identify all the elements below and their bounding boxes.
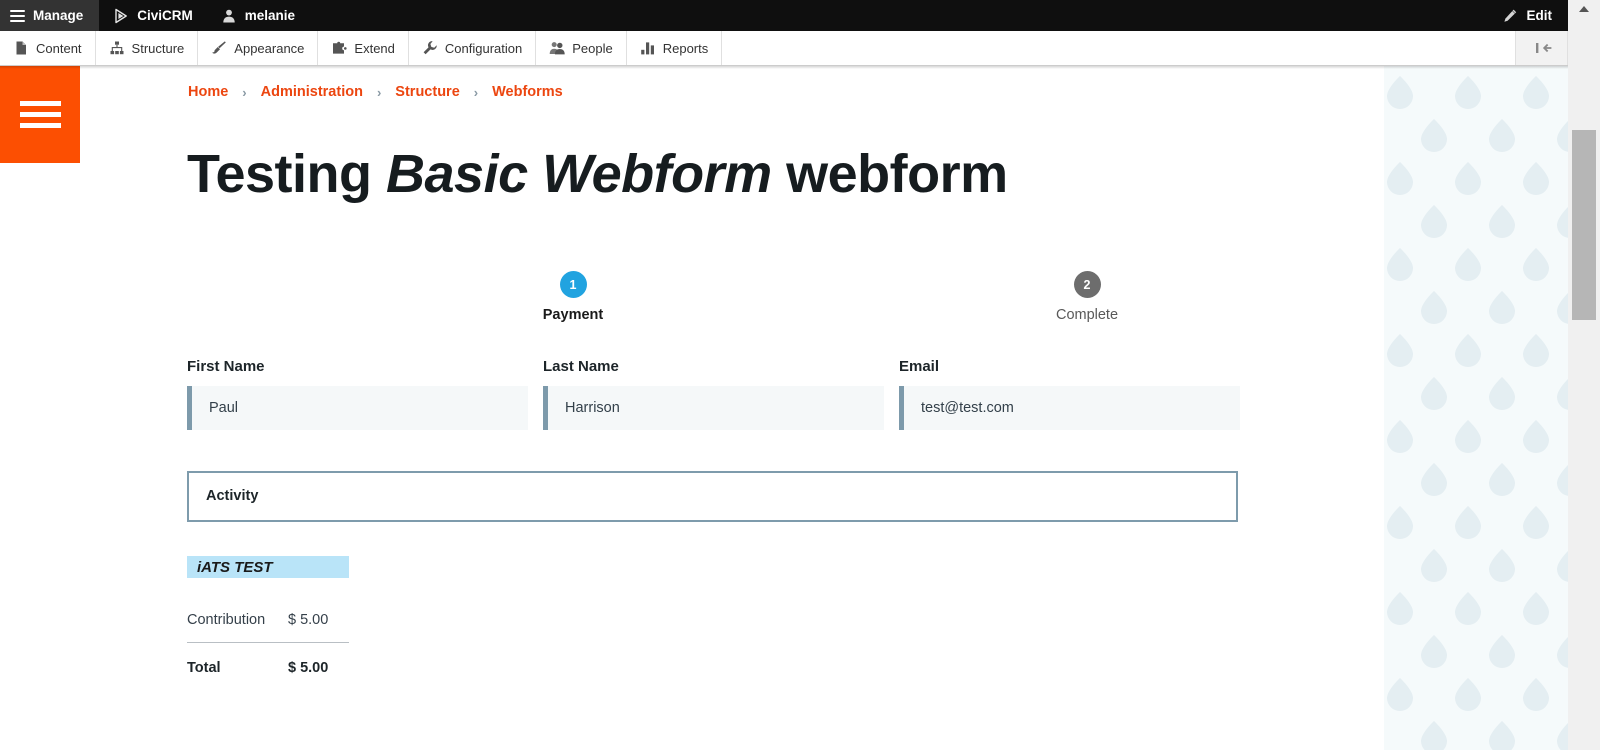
first-name-input[interactable] bbox=[187, 386, 528, 430]
droplet-pattern-background bbox=[1384, 66, 1568, 750]
toolbar-item-configuration[interactable]: Configuration bbox=[409, 31, 537, 65]
sidebar-toggle-button[interactable] bbox=[0, 66, 80, 163]
hamburger-icon bbox=[19, 101, 61, 128]
edit-button-label: Edit bbox=[1526, 8, 1553, 23]
breadcrumb-item-webforms[interactable]: Webforms bbox=[492, 84, 563, 100]
totals-table: Contribution $ 5.00 Total $ 5.00 bbox=[187, 606, 349, 682]
contribution-label: Contribution bbox=[187, 612, 266, 628]
toolbar-item-appearance[interactable]: Appearance bbox=[198, 31, 319, 65]
paintbrush-icon bbox=[211, 40, 227, 56]
breadcrumb-separator-icon: › bbox=[473, 84, 479, 100]
last-name-input[interactable] bbox=[543, 386, 884, 430]
toolbar-item-reports[interactable]: Reports bbox=[627, 31, 723, 65]
edit-button[interactable]: Edit bbox=[1488, 0, 1569, 31]
scrollbar-up-button[interactable] bbox=[1568, 0, 1600, 17]
breadcrumb-separator-icon: › bbox=[242, 84, 247, 100]
toolbar-item-people[interactable]: People bbox=[536, 31, 627, 65]
page-root: Manage CiviCRM melanie Edit Content Stru… bbox=[0, 0, 1600, 750]
admin-bar-manage-button[interactable]: Manage bbox=[0, 0, 100, 31]
contribution-value: $ 5.00 bbox=[288, 612, 329, 628]
toolbar-item-structure[interactable]: Structure bbox=[96, 31, 199, 65]
name-email-field-row: First Name Last Name Email bbox=[187, 358, 1262, 430]
total-value: $ 5.00 bbox=[288, 660, 329, 676]
main-content: Home › Administration › Structure › Webf… bbox=[80, 66, 1384, 750]
user-icon bbox=[221, 8, 237, 24]
admin-bar-user-button[interactable]: melanie bbox=[207, 0, 309, 31]
first-name-label: First Name bbox=[187, 358, 265, 375]
activity-fieldset: Activity bbox=[187, 471, 1238, 522]
toolbar-collapse-button[interactable] bbox=[1516, 31, 1568, 65]
page-title-suffix: webform bbox=[771, 144, 1008, 204]
toolbar-item-label: People bbox=[572, 40, 613, 56]
toolbar-item-label: Configuration bbox=[444, 40, 523, 56]
document-icon bbox=[13, 40, 29, 56]
toolbar-shadow bbox=[0, 66, 1568, 69]
email-input[interactable] bbox=[899, 386, 1240, 430]
toolbar-item-extend[interactable]: Extend bbox=[318, 31, 409, 65]
page-title-emphasis: Basic Webform bbox=[386, 144, 772, 204]
last-name-label: Last Name bbox=[543, 358, 619, 375]
hamburger-icon bbox=[10, 9, 25, 22]
breadcrumb: Home › Administration › Structure › Webf… bbox=[188, 84, 563, 100]
progress-step-complete[interactable]: 2 Complete bbox=[1007, 271, 1167, 323]
admin-bar-user-label: melanie bbox=[244, 8, 296, 23]
admin-bar-spacer bbox=[309, 0, 1487, 31]
toolbar-item-label: Content bbox=[36, 40, 82, 56]
civicrm-logo-icon bbox=[113, 8, 129, 24]
sitemap-icon bbox=[109, 40, 125, 56]
first-name-field-group: First Name bbox=[187, 358, 528, 430]
people-icon bbox=[549, 40, 565, 56]
admin-bar-manage-label: Manage bbox=[33, 8, 84, 23]
last-name-field-group: Last Name bbox=[543, 358, 884, 430]
breadcrumb-item-structure[interactable]: Structure bbox=[395, 84, 459, 100]
admin-bar-civicrm-button[interactable]: CiviCRM bbox=[99, 0, 207, 31]
progress-step-number: 1 bbox=[559, 271, 587, 298]
email-label: Email bbox=[899, 358, 940, 375]
pencil-icon bbox=[1502, 8, 1518, 24]
scrollbar-thumb[interactable] bbox=[1572, 130, 1596, 320]
breadcrumb-separator-icon: › bbox=[376, 84, 382, 100]
totals-row-total: Total $ 5.00 bbox=[187, 643, 349, 682]
breadcrumb-item-administration[interactable]: Administration bbox=[261, 84, 363, 100]
wrench-icon bbox=[422, 40, 438, 56]
vertical-scrollbar[interactable] bbox=[1568, 0, 1600, 750]
toolbar-spacer bbox=[722, 31, 1516, 65]
total-label: Total bbox=[187, 660, 221, 676]
puzzle-piece-icon bbox=[331, 40, 348, 56]
activity-legend: Activity bbox=[206, 488, 259, 504]
progress-steps: 1 Payment 2 Complete bbox=[187, 271, 1257, 341]
toolbar-item-label: Appearance bbox=[234, 40, 305, 56]
progress-step-label: Payment bbox=[542, 307, 604, 323]
page-title: Testing Basic Webform webform bbox=[187, 146, 1008, 203]
page-title-prefix: Testing bbox=[187, 144, 387, 204]
payment-processor-banner: iATS TEST bbox=[187, 556, 349, 578]
toolbar-item-label: Extend bbox=[354, 40, 395, 56]
admin-bar: Manage CiviCRM melanie Edit bbox=[0, 0, 1568, 31]
breadcrumb-item-home[interactable]: Home bbox=[188, 84, 228, 100]
toolbar-item-label: Structure bbox=[131, 40, 185, 56]
email-field-group: Email bbox=[899, 358, 1240, 430]
admin-bar-civicrm-label: CiviCRM bbox=[137, 8, 193, 23]
progress-step-label: Complete bbox=[1055, 307, 1119, 323]
progress-step-number: 2 bbox=[1073, 271, 1101, 298]
toolbar-item-label: Reports bbox=[662, 40, 709, 56]
toolbar-item-content[interactable]: Content bbox=[0, 31, 96, 65]
collapse-left-icon bbox=[1534, 40, 1551, 56]
admin-toolbar: Content Structure Appearance Extend Conf… bbox=[0, 31, 1568, 66]
bar-chart-icon bbox=[640, 40, 656, 56]
totals-row-contribution: Contribution $ 5.00 bbox=[187, 606, 349, 634]
progress-step-payment[interactable]: 1 Payment bbox=[493, 271, 653, 323]
chevron-up-icon bbox=[1579, 5, 1589, 12]
